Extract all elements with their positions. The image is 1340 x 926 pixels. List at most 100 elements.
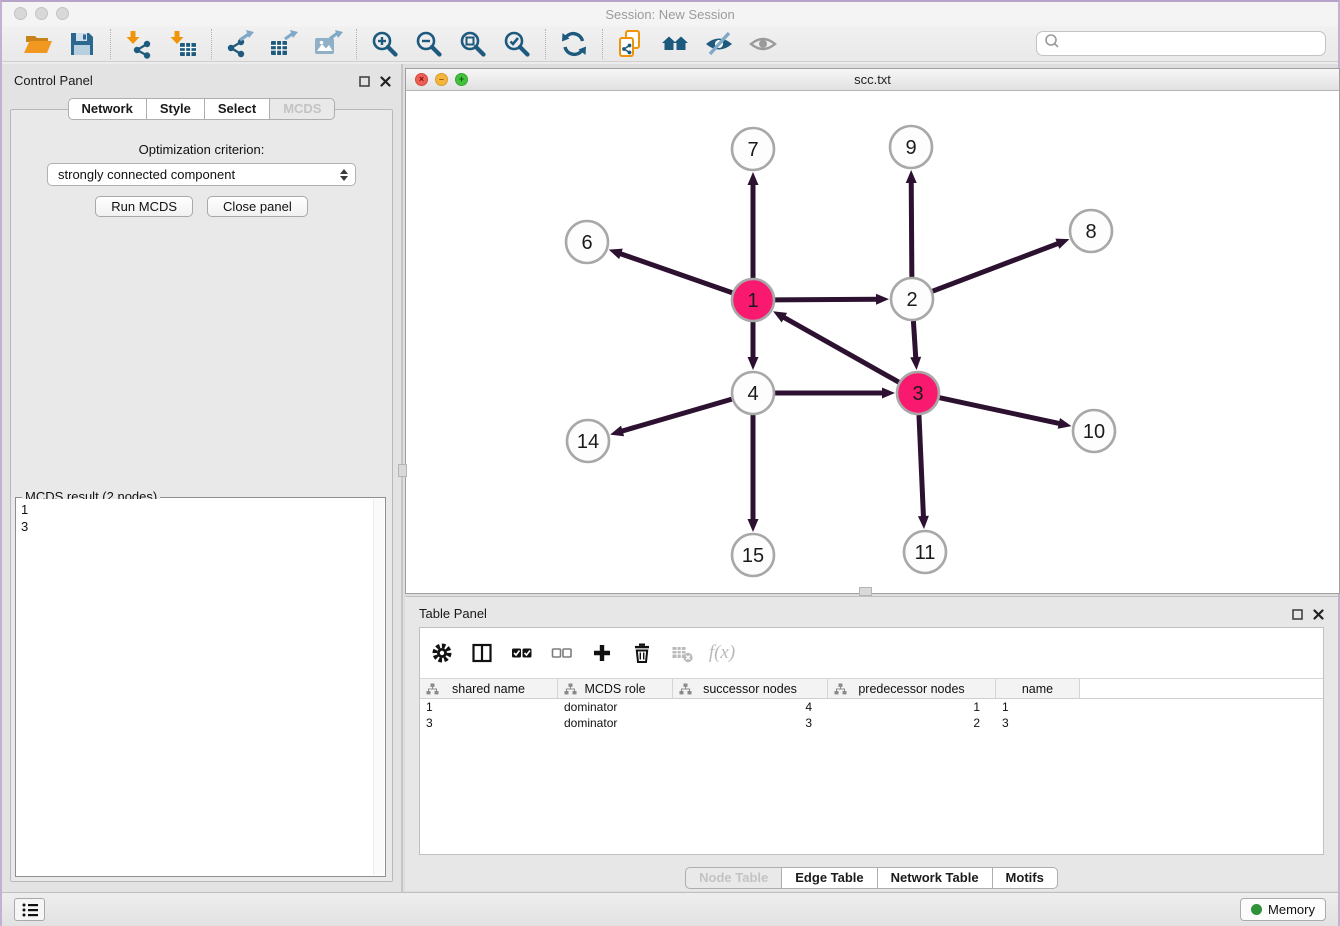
column-header-filler	[1080, 679, 1323, 698]
control-panel: Control Panel Network Style Select MCDS …	[2, 64, 403, 892]
memory-button[interactable]: Memory	[1240, 898, 1326, 921]
hierarchy-icon	[564, 683, 577, 699]
graph-edge-2-9[interactable]	[911, 181, 912, 277]
tab-edge-table[interactable]: Edge Table	[781, 867, 877, 889]
graph-edge-arrowhead	[918, 516, 929, 529]
close-panel-button[interactable]: Close panel	[207, 196, 308, 217]
delete-columns-icon[interactable]	[630, 641, 654, 665]
zoom-out-icon[interactable]	[414, 29, 444, 59]
cell-mcds-role[interactable]: dominator	[558, 716, 673, 730]
import-network-icon[interactable]	[124, 29, 154, 59]
network-window-titlebar[interactable]: × – + scc.txt	[406, 69, 1339, 91]
table-panel-tabs: Node Table Edge Table Network Table Moti…	[405, 867, 1338, 889]
graph-node-label: 7	[747, 139, 758, 161]
column-header-shared-name[interactable]: shared name	[420, 679, 558, 698]
table-row[interactable]: 1 dominator 4 1 1	[420, 699, 1323, 715]
maximize-window-button[interactable]	[56, 7, 69, 20]
task-history-button[interactable]	[14, 898, 45, 921]
optimization-criterion-select[interactable]: strongly connected component	[47, 163, 356, 186]
table-row[interactable]: 3 dominator 3 2 3	[420, 715, 1323, 731]
cell-shared-name[interactable]: 1	[420, 700, 558, 714]
graph-node-label: 3	[912, 383, 923, 405]
vertical-splitter-handle[interactable]	[398, 464, 407, 477]
select-all-icon[interactable]	[510, 641, 534, 665]
network-close-icon[interactable]: ×	[415, 73, 428, 86]
horizontal-splitter-handle[interactable]	[859, 587, 872, 596]
column-header-predecessor-nodes[interactable]: predecessor nodes	[828, 679, 996, 698]
column-header-mcds-role[interactable]: MCDS role	[558, 679, 673, 698]
cell-name[interactable]: 1	[996, 700, 1080, 714]
title-bar: Session: New Session	[2, 2, 1338, 26]
cell-mcds-role[interactable]: dominator	[558, 700, 673, 714]
zoom-fit-icon[interactable]	[458, 29, 488, 59]
tab-mcds[interactable]: MCDS	[269, 98, 335, 120]
cell-successor-nodes[interactable]: 4	[673, 700, 828, 714]
result-scrollbar[interactable]	[373, 499, 384, 875]
add-column-icon[interactable]	[590, 641, 614, 665]
cell-shared-name[interactable]: 3	[420, 716, 558, 730]
column-header-successor-nodes[interactable]: successor nodes	[673, 679, 828, 698]
graph-edge-3-1[interactable]	[783, 317, 899, 383]
close-panel-icon[interactable]	[1313, 607, 1324, 625]
column-header-name[interactable]: name	[996, 679, 1080, 698]
tab-network-table[interactable]: Network Table	[877, 867, 993, 889]
tab-select[interactable]: Select	[204, 98, 270, 120]
float-panel-icon[interactable]	[359, 74, 370, 92]
cell-name[interactable]: 3	[996, 716, 1080, 730]
graph-edge-arrowhead	[882, 388, 895, 399]
search-input[interactable]	[1061, 34, 1325, 54]
network-canvas[interactable]: 7968124314101511	[406, 91, 1339, 593]
network-canvas-svg: 7968124314101511	[406, 91, 1340, 595]
graph-node-label: 15	[742, 545, 764, 567]
cell-predecessor-nodes[interactable]: 1	[828, 700, 996, 714]
graph-edge-3-10[interactable]	[940, 398, 1061, 424]
memory-label: Memory	[1268, 902, 1315, 917]
apply-layout-icon[interactable]	[559, 29, 589, 59]
unselect-all-icon[interactable]	[550, 641, 574, 665]
float-panel-icon[interactable]	[1292, 607, 1303, 625]
zoom-in-icon[interactable]	[370, 29, 400, 59]
minimize-window-button[interactable]	[35, 7, 48, 20]
export-network-icon[interactable]	[225, 29, 255, 59]
settings-gear-icon[interactable]	[430, 641, 454, 665]
import-table-icon[interactable]	[168, 29, 198, 59]
tab-style[interactable]: Style	[146, 98, 205, 120]
home-views-icon[interactable]	[660, 29, 690, 59]
graph-edge-arrowhead	[748, 357, 759, 370]
graph-edge-arrowhead	[609, 249, 623, 259]
graph-edge-arrowhead	[910, 357, 921, 370]
graph-edge-1-6[interactable]	[619, 253, 732, 293]
open-session-icon[interactable]	[23, 29, 53, 59]
clone-network-icon[interactable]	[616, 29, 646, 59]
cell-successor-nodes[interactable]: 3	[673, 716, 828, 730]
run-mcds-button[interactable]: Run MCDS	[95, 196, 193, 217]
export-table-icon[interactable]	[269, 29, 299, 59]
graph-edge-3-11[interactable]	[919, 415, 924, 518]
save-session-icon[interactable]	[67, 29, 97, 59]
close-window-button[interactable]	[14, 7, 27, 20]
graph-edge-2-8[interactable]	[933, 243, 1060, 291]
tab-node-table[interactable]: Node Table	[685, 867, 782, 889]
graph-edge-1-2[interactable]	[775, 299, 878, 300]
mcds-result-text[interactable]: 1 3	[17, 499, 373, 875]
zoom-selected-icon[interactable]	[502, 29, 532, 59]
graph-node-label: 8	[1085, 221, 1096, 243]
toggle-columns-icon[interactable]	[470, 641, 494, 665]
graph-node-label: 10	[1083, 421, 1105, 443]
search-field[interactable]	[1036, 31, 1326, 56]
tab-network[interactable]: Network	[68, 98, 147, 120]
graph-edge-2-3[interactable]	[913, 321, 915, 359]
export-image-icon[interactable]	[313, 29, 343, 59]
eye-icon[interactable]	[748, 29, 778, 59]
eye-slash-icon[interactable]	[704, 29, 734, 59]
cell-predecessor-nodes[interactable]: 2	[828, 716, 996, 730]
hierarchy-icon	[679, 683, 692, 699]
close-panel-icon[interactable]	[380, 74, 391, 92]
tab-motifs[interactable]: Motifs	[992, 867, 1058, 889]
graph-edge-4-14[interactable]	[621, 399, 732, 431]
network-maximize-icon[interactable]: +	[455, 73, 468, 86]
graph-edge-arrowhead	[610, 426, 624, 437]
network-minimize-icon[interactable]: –	[435, 73, 448, 86]
application-window: Session: New Session	[0, 0, 1340, 926]
result-line: 3	[21, 518, 369, 535]
